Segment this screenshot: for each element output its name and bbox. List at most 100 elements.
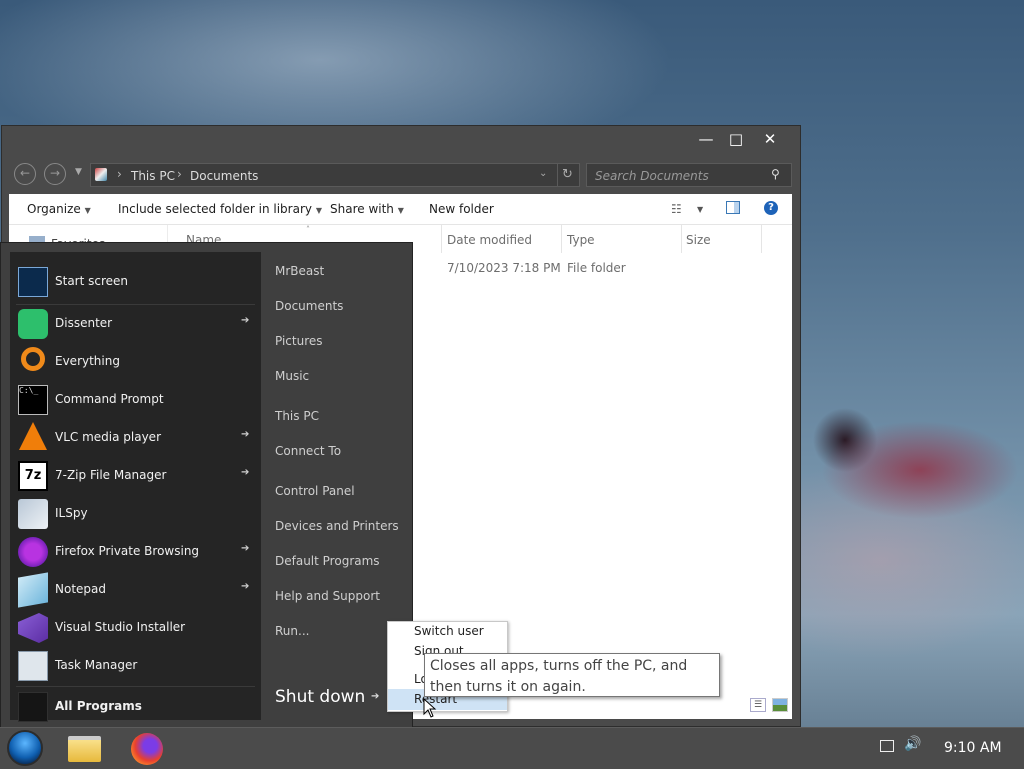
restart-tooltip: Closes all apps, turns off the PC, and t…: [424, 653, 720, 697]
view-options-chevron-icon[interactable]: ▼: [697, 205, 703, 214]
maximize-button[interactable]: □: [720, 128, 752, 150]
program-label: Notepad: [55, 582, 106, 596]
program-item[interactable]: Task Manager: [10, 647, 261, 685]
file-type: File folder: [567, 261, 626, 275]
address-bar[interactable]: › This PC › Documents ⌄ ↻: [90, 163, 580, 187]
location-icon: [95, 168, 107, 181]
place-devices-and-printers[interactable]: Devices and Printers: [275, 519, 399, 533]
refresh-icon[interactable]: ↻: [562, 167, 573, 182]
program-label: 7-Zip File Manager: [55, 468, 167, 482]
everything-search-icon: [21, 347, 45, 371]
file-explorer-taskbar-icon[interactable]: [68, 736, 101, 762]
submenu-arrow-icon: ➔: [241, 581, 250, 592]
command-prompt-icon: C:\_: [18, 385, 48, 415]
include-folder-menu[interactable]: Include selected folder in library ▼: [118, 202, 322, 216]
place-music[interactable]: Music: [275, 369, 309, 383]
start-menu-divider: [16, 686, 255, 687]
breadcrumb-this-pc[interactable]: This PC: [131, 169, 175, 183]
place-default-programs[interactable]: Default Programs: [275, 554, 380, 568]
vlc-icon: [19, 422, 47, 450]
program-item[interactable]: Dissenter ➔: [10, 305, 261, 343]
volume-icon[interactable]: 🔊: [904, 736, 921, 752]
submenu-arrow-icon: ➔: [241, 315, 250, 326]
taskbar: 🔊 9:10 AM: [0, 727, 1024, 769]
program-item[interactable]: VLC media player ➔: [10, 419, 261, 457]
submenu-arrow-icon: ➔: [241, 467, 250, 478]
place-connect-to[interactable]: Connect To: [275, 444, 341, 458]
view-options-icon[interactable]: ☷: [671, 202, 682, 216]
breadcrumb-separator-icon: ›: [117, 167, 122, 181]
preview-pane-icon[interactable]: [726, 201, 740, 214]
program-label: Everything: [55, 354, 120, 368]
program-item[interactable]: Everything: [10, 343, 261, 381]
back-arrow-icon[interactable]: ←: [14, 163, 36, 185]
search-icon[interactable]: ⚲: [771, 167, 780, 181]
file-date-modified: 7/10/2023 7:18 PM: [447, 261, 561, 275]
start-screen-icon: [18, 267, 48, 297]
large-icons-view-icon[interactable]: [772, 698, 788, 712]
include-folder-label: Include selected folder in library: [118, 202, 312, 216]
program-item[interactable]: Start screen: [10, 263, 261, 301]
share-with-label: Share with: [330, 202, 394, 216]
start-menu: Start screen Dissenter ➔ Everything C:\_…: [0, 242, 413, 729]
place-run[interactable]: Run...: [275, 624, 309, 638]
program-item[interactable]: Firefox Private Browsing ➔: [10, 533, 261, 571]
address-divider: [557, 164, 558, 186]
ilspy-icon: [18, 499, 48, 529]
help-icon[interactable]: ?: [764, 201, 778, 215]
close-button[interactable]: ✕: [754, 128, 786, 150]
search-box[interactable]: Search Documents ⚲: [586, 163, 792, 187]
firefox-private-icon: [18, 537, 48, 567]
start-orb-button[interactable]: [7, 730, 43, 766]
place-user-folder[interactable]: MrBeast: [275, 264, 324, 278]
column-header-size[interactable]: Size: [686, 233, 711, 247]
shut-down-button[interactable]: Shut down: [275, 687, 365, 707]
column-divider[interactable]: [681, 225, 682, 253]
visual-studio-installer-icon: [18, 613, 48, 643]
program-item[interactable]: 7z 7-Zip File Manager ➔: [10, 457, 261, 495]
forward-arrow-icon[interactable]: →: [44, 163, 66, 185]
organize-menu[interactable]: Organize ▼: [27, 202, 91, 216]
task-manager-icon: [18, 651, 48, 681]
column-divider[interactable]: [561, 225, 562, 253]
shut-down-options-arrow-icon[interactable]: ➔: [371, 691, 379, 702]
network-icon[interactable]: [880, 740, 894, 752]
column-header-type[interactable]: Type: [567, 233, 595, 247]
all-programs-icon: [18, 692, 48, 722]
column-divider[interactable]: [761, 225, 762, 253]
firefox-taskbar-icon[interactable]: [131, 733, 163, 765]
notepad-icon: [18, 572, 48, 608]
program-item[interactable]: Notepad ➔: [10, 571, 261, 609]
chevron-down-icon: ▼: [315, 206, 322, 215]
column-divider[interactable]: [441, 225, 442, 253]
program-label: Firefox Private Browsing: [55, 544, 200, 558]
program-item[interactable]: Visual Studio Installer: [10, 609, 261, 647]
address-dropdown-icon[interactable]: ⌄: [539, 168, 547, 179]
all-programs-label: All Programs: [55, 699, 142, 713]
breadcrumb-documents[interactable]: Documents: [190, 169, 258, 183]
program-label: Start screen: [55, 274, 129, 288]
program-label: ILSpy: [55, 506, 88, 520]
command-bar: Organize ▼ Include selected folder in li…: [9, 194, 792, 225]
new-folder-button[interactable]: New folder: [429, 202, 494, 216]
minimize-button[interactable]: —: [690, 128, 722, 150]
place-pictures[interactable]: Pictures: [275, 334, 323, 348]
place-help-and-support[interactable]: Help and Support: [275, 589, 380, 603]
clock[interactable]: 9:10 AM: [944, 740, 1002, 756]
program-label: Visual Studio Installer: [55, 620, 186, 634]
share-with-menu[interactable]: Share with ▼: [330, 202, 404, 216]
details-view-icon[interactable]: ☰: [750, 698, 766, 712]
place-documents[interactable]: Documents: [275, 299, 343, 313]
program-item[interactable]: C:\_ Command Prompt: [10, 381, 261, 419]
recent-locations-chevron-icon[interactable]: ▼: [75, 167, 82, 177]
chevron-down-icon: ▼: [84, 206, 91, 215]
all-programs-button[interactable]: All Programs: [10, 688, 261, 726]
program-item[interactable]: ILSpy: [10, 495, 261, 533]
place-control-panel[interactable]: Control Panel: [275, 484, 355, 498]
7zip-icon: 7z: [18, 461, 48, 491]
column-header-date-modified[interactable]: Date modified: [447, 233, 532, 247]
program-label: VLC media player: [55, 430, 162, 444]
place-this-pc[interactable]: This PC: [275, 409, 319, 423]
search-input[interactable]: Search Documents: [595, 169, 709, 183]
menu-item-switch-user[interactable]: Switch user: [414, 624, 484, 638]
